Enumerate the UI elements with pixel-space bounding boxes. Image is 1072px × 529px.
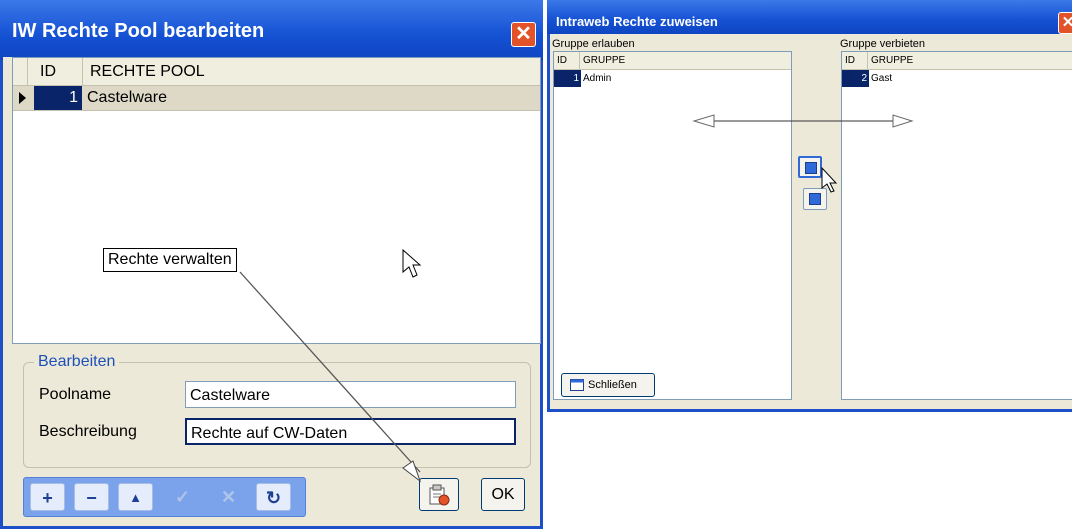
callout-arrow — [239, 271, 421, 473]
annotation-overlay — [239, 114, 914, 483]
callout-arrow-head — [402, 460, 422, 483]
mouse-cursor-icon — [402, 248, 422, 278]
double-arrow-left-head — [692, 114, 715, 128]
mouse-cursor-icon — [821, 166, 838, 193]
double-arrow-right-head — [892, 114, 914, 128]
